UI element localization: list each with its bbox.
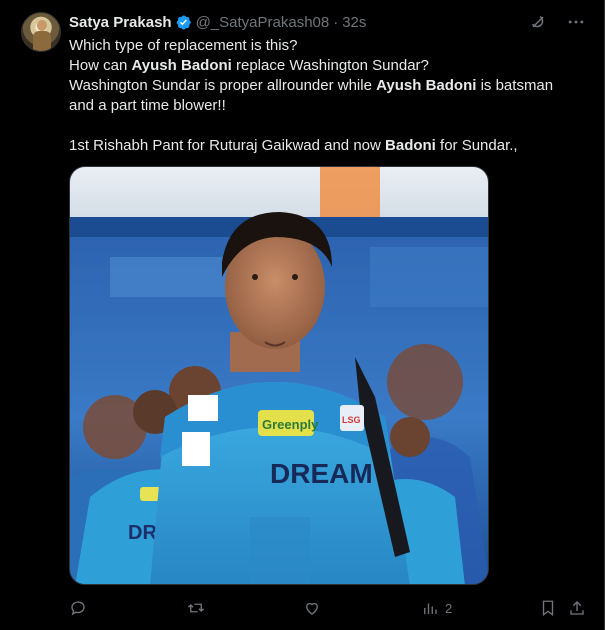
jersey-main-text: DREAM xyxy=(270,458,373,489)
jersey-sponsor-text: Greenply xyxy=(262,417,319,432)
views-icon xyxy=(424,603,437,614)
tweet-text: Which type of replacement is this? How c… xyxy=(69,36,579,156)
tweet-header: Satya Prakash @_SatyaPrakash08 · 32s xyxy=(69,12,366,32)
media-photo[interactable]: DRE Greenply DREAM LSG xyxy=(69,166,489,585)
text-line: and a part time blower!! xyxy=(69,97,226,114)
avatar-body xyxy=(33,31,51,51)
text-line: Washington Sundar is proper allrounder w… xyxy=(69,77,554,94)
reply-icon xyxy=(71,601,85,616)
separator-dot: · xyxy=(333,13,339,31)
avatar-head xyxy=(37,20,47,31)
bookmark-button[interactable] xyxy=(539,598,557,618)
verified-badge-icon xyxy=(175,14,192,31)
tweet[interactable]: Satya Prakash @_SatyaPrakash08 · 32s Whi… xyxy=(0,0,605,630)
author-handle[interactable]: @_SatyaPrakash08 xyxy=(196,14,330,31)
text-line: Which type of replacement is this? xyxy=(69,37,298,54)
retweet-button[interactable] xyxy=(187,598,211,618)
author-name[interactable]: Satya Prakash xyxy=(69,14,172,31)
jersey-badge-text: LSG xyxy=(342,415,361,425)
share-icon xyxy=(570,601,584,615)
top-actions xyxy=(528,12,586,32)
like-button[interactable] xyxy=(303,598,327,618)
views-button[interactable]: 2 xyxy=(421,598,452,618)
action-bar: 2 xyxy=(69,598,589,620)
avatar[interactable] xyxy=(21,12,61,52)
text-line: How can Ayush Badoni replace Washington … xyxy=(69,57,429,74)
reply-button[interactable] xyxy=(69,598,93,618)
views-count: 2 xyxy=(445,600,453,616)
retweet-icon xyxy=(188,603,204,613)
timestamp[interactable]: 32s xyxy=(342,14,366,31)
bookmark-icon xyxy=(542,600,554,617)
like-icon xyxy=(306,602,318,615)
grok-icon[interactable] xyxy=(528,12,548,32)
more-options-icon[interactable] xyxy=(566,12,586,32)
text-line: 1st Rishabh Pant for Ruturaj Gaikwad and… xyxy=(69,137,518,154)
share-button[interactable] xyxy=(568,598,586,618)
